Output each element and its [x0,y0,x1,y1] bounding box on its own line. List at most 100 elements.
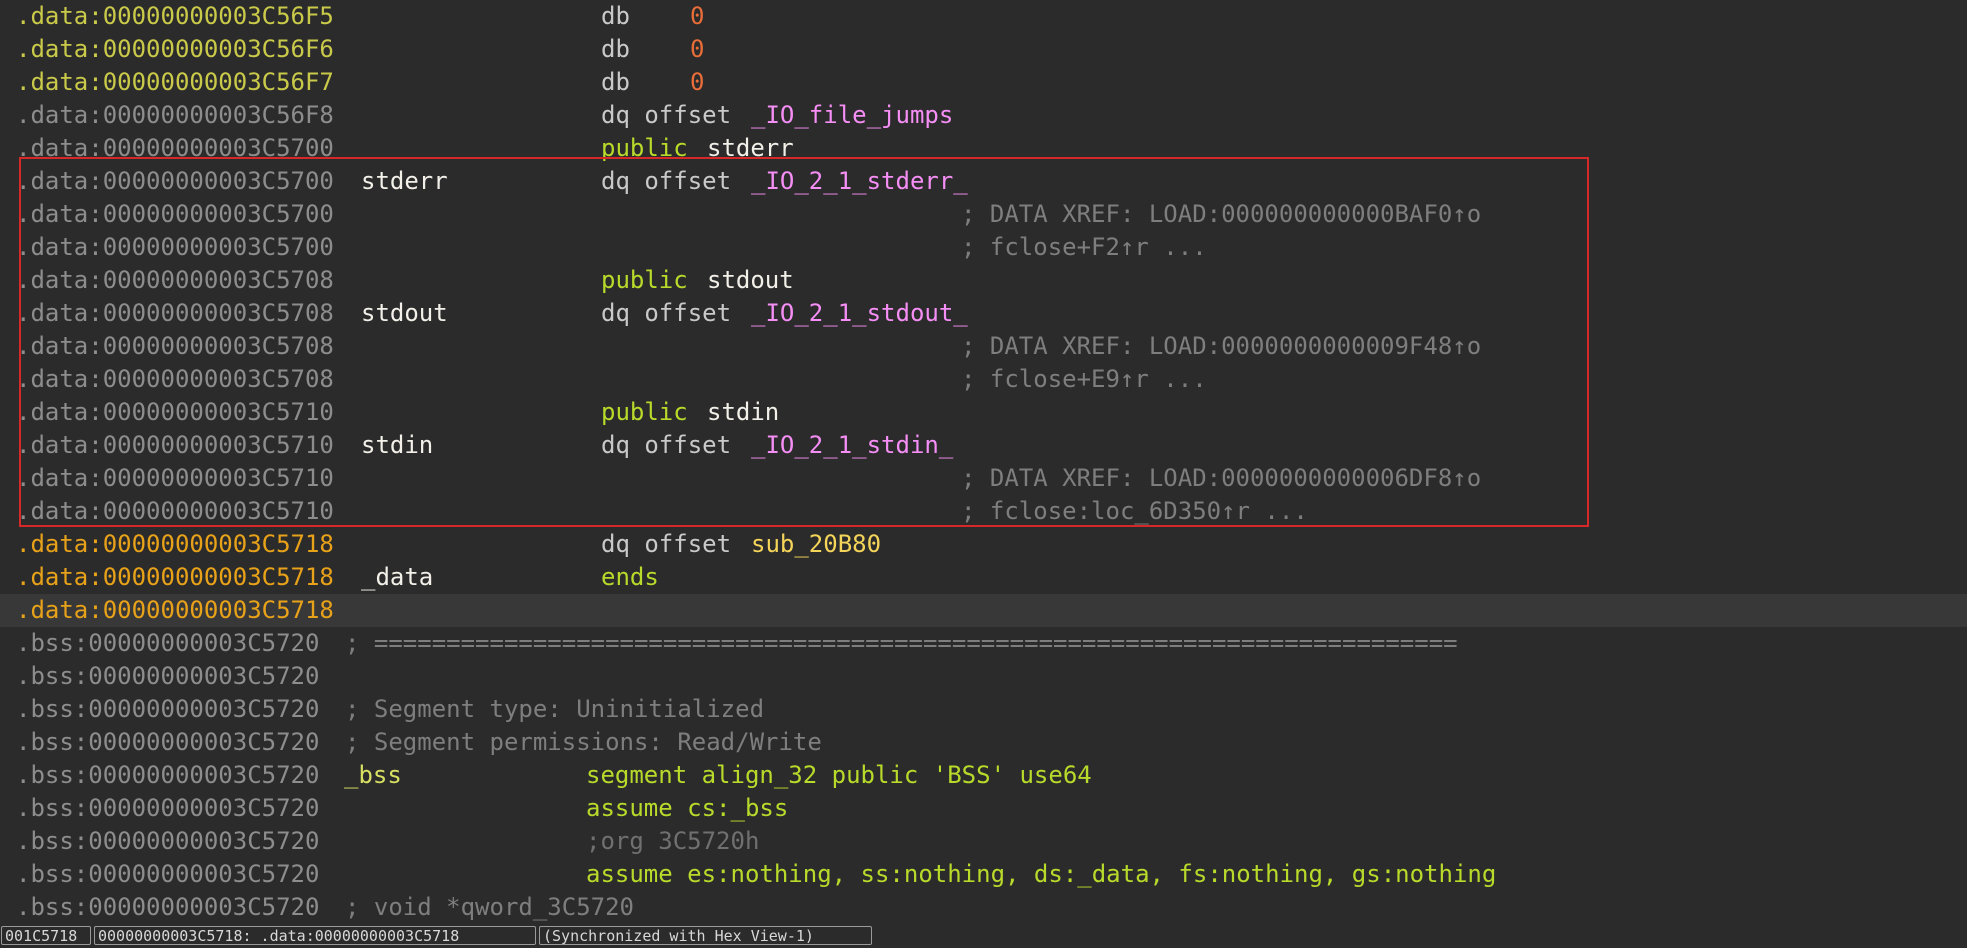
listing-line[interactable]: .data:00000000003C5700 ; DATA XREF: LOAD:… [0,198,1967,231]
line-mnemonic: db [601,35,630,63]
listing-line[interactable]: .data:00000000003C5700 public stderr [0,132,1967,165]
line-address: .data:00000000003C5718 [16,563,334,591]
line-label[interactable]: stderr [361,167,448,196]
listing-line[interactable]: .bss:00000000003C5720 ; =================… [0,627,1967,660]
line-comment: ; fclose+F2↑r ... [961,233,1207,261]
line-comment: ; fclose:loc_6D350↑r ... [961,497,1308,525]
line-operand[interactable]: _IO_file_jumps [751,101,953,130]
line-mnemonic: ends [601,563,659,591]
line-label[interactable]: stdout [361,299,448,328]
line-address: .data:00000000003C56F7 [16,68,334,96]
line-address: .bss:00000000003C5720 [16,629,320,657]
line-address: .data:00000000003C56F5 [16,2,334,30]
line-address: .data:00000000003C5710 [16,431,334,459]
listing-line[interactable]: .data:00000000003C5718 [0,594,1967,627]
listing-line[interactable]: .data:00000000003C5708 ; DATA XREF: LOAD:… [0,330,1967,363]
line-mnemonic: assume es:nothing, ss:nothing, ds:_data,… [586,860,1497,888]
line-operand[interactable]: stdout [707,266,794,295]
listing-line[interactable]: .bss:00000000003C5720 ;org 3C5720h [0,825,1967,858]
line-mnemonic: dq offset [601,101,732,129]
line-operand[interactable]: _IO_2_1_stdin_ [751,431,953,460]
line-operand[interactable]: sub_20B80 [751,530,881,559]
line-operand[interactable]: 0 [690,35,704,64]
line-label[interactable]: _bss [344,761,402,790]
line-mnemonic: dq offset [601,431,732,459]
line-address: .bss:00000000003C5720 [16,662,320,690]
line-comment: ; void *qword_3C5720 [345,893,634,921]
listing-line[interactable]: .data:00000000003C56F6 db 0 [0,33,1967,66]
line-mnemonic: db [601,68,630,96]
line-address: .bss:00000000003C5720 [16,761,320,789]
line-mnemonic: public [601,398,688,426]
line-address: .data:00000000003C5700 [16,134,334,162]
listing-line[interactable]: .data:00000000003C5718 _data ends [0,561,1967,594]
line-mnemonic: db [601,2,630,30]
line-address: .data:00000000003C5700 [16,200,334,228]
listing-line[interactable]: .data:00000000003C5710 stdin dq offset _IO_… [0,429,1967,462]
listing-line[interactable]: .bss:00000000003C5720 assume es:nothing, … [0,858,1967,891]
listing-line[interactable]: .data:00000000003C5718 dq offset sub_20B80 [0,528,1967,561]
line-address: .data:00000000003C5710 [16,464,334,492]
listing-line[interactable]: .data:00000000003C56F7 db 0 [0,66,1967,99]
line-address: .data:00000000003C5718 [16,530,334,558]
listing-line[interactable]: .bss:00000000003C5720 ; void *qword_3C572… [0,891,1967,924]
line-mnemonic: public [601,266,688,294]
line-address: .data:00000000003C5700 [16,167,334,195]
listing-line[interactable]: .data:00000000003C5708 public stdout [0,264,1967,297]
line-mnemonic: assume cs:_bss [586,794,789,822]
listing-line[interactable]: .data:00000000003C5708 ; fclose+E9↑r ... [0,363,1967,396]
line-operand[interactable]: stderr [707,134,794,163]
line-label[interactable]: stdin [361,431,433,460]
line-mnemonic: segment align_32 public 'BSS' use64 [586,761,1092,789]
line-label[interactable]: _data [361,563,433,592]
line-address: .data:00000000003C5710 [16,497,334,525]
line-address: .bss:00000000003C5720 [16,860,320,888]
line-address: .bss:00000000003C5720 [16,827,320,855]
listing-line[interactable]: .data:00000000003C5708 stdout dq offset _IO… [0,297,1967,330]
line-address: .data:00000000003C5708 [16,299,334,327]
line-operand[interactable]: 0 [690,68,704,97]
line-address: .data:00000000003C5708 [16,332,334,360]
line-address: .data:00000000003C56F6 [16,35,334,63]
line-address: .data:00000000003C5708 [16,365,334,393]
line-comment: ; fclose+E9↑r ... [961,365,1207,393]
line-operand[interactable]: stdin [707,398,779,427]
line-operand[interactable]: 0 [690,2,704,31]
listing-line[interactable]: .data:00000000003C5710 public stdin [0,396,1967,429]
listing-line[interactable]: .bss:00000000003C5720 [0,660,1967,693]
status-bar: 001C5718 00000000003C5718: .data:0000000… [0,924,1967,948]
listing-line[interactable]: .data:00000000003C5710 ; fclose:loc_6D350… [0,495,1967,528]
line-comment: ; Segment permissions: Read/Write [345,728,822,756]
line-comment: ; ======================================… [345,629,1458,657]
line-operand[interactable]: _IO_2_1_stderr_ [751,167,968,196]
listing-line[interactable]: .data:00000000003C5710 ; DATA XREF: LOAD:… [0,462,1967,495]
line-comment: ; DATA XREF: LOAD:000000000000BAF0↑o [961,200,1482,228]
status-offset: 001C5718 [1,926,91,945]
line-address: .bss:00000000003C5720 [16,695,320,723]
line-mnemonic: public [601,134,688,162]
line-address: .data:00000000003C5710 [16,398,334,426]
listing-line[interactable]: .bss:00000000003C5720 _bss segment align_3… [0,759,1967,792]
listing-line[interactable]: .data:00000000003C5700 stderr dq offset _IO… [0,165,1967,198]
line-mnemonic: dq offset [601,530,732,558]
status-sync: (Synchronized with Hex View-1) [539,926,872,945]
line-address: .bss:00000000003C5720 [16,893,320,921]
disassembly-listing[interactable]: .data:00000000003C56F5 db 0 .data:000000000… [0,0,1967,924]
listing-line[interactable]: .data:00000000003C56F5 db 0 [0,0,1967,33]
listing-line[interactable]: .data:00000000003C5700 ; fclose+F2↑r ... [0,231,1967,264]
line-address: .bss:00000000003C5720 [16,728,320,756]
listing-line[interactable]: .bss:00000000003C5720 ; Segment permissio… [0,726,1967,759]
listing-line[interactable]: .bss:00000000003C5720 assume cs:_bss [0,792,1967,825]
line-comment: ;org 3C5720h [586,827,760,855]
line-address: .data:00000000003C5708 [16,266,334,294]
line-address: .data:00000000003C5718 [16,596,334,624]
listing-line[interactable]: .data:00000000003C56F8 dq offset _IO_file_… [0,99,1967,132]
line-comment: ; DATA XREF: LOAD:0000000000006DF8↑o [961,464,1482,492]
line-comment: ; Segment type: Uninitialized [345,695,765,723]
line-operand[interactable]: _IO_2_1_stdout_ [751,299,968,328]
listing-line[interactable]: .bss:00000000003C5720 ; Segment type: Uni… [0,693,1967,726]
line-address: .data:00000000003C5700 [16,233,334,261]
line-mnemonic: dq offset [601,299,732,327]
line-address: .data:00000000003C56F8 [16,101,334,129]
status-location: 00000000003C5718: .data:00000000003C5718 [94,926,536,945]
